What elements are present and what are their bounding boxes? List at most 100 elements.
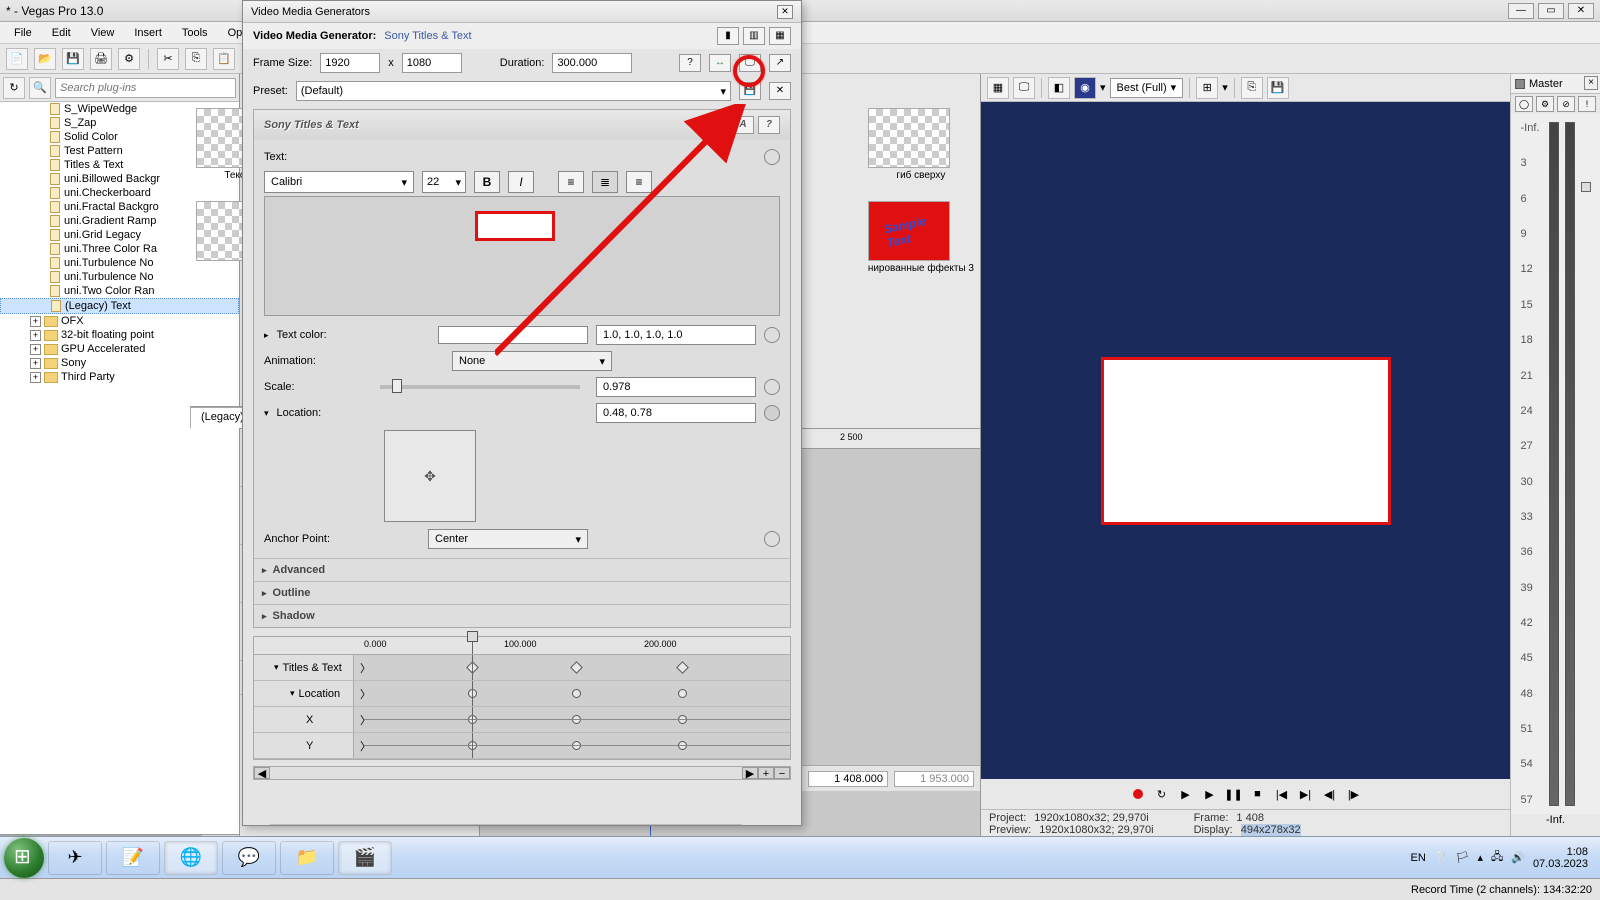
kf-lane[interactable]: 〉 [354,655,790,680]
prev-save[interactable]: 💾 [1267,77,1289,99]
window-minimize[interactable]: — [1508,3,1534,19]
add-keyframe[interactable]: + [758,767,774,779]
frame-height-input[interactable] [402,53,462,73]
volume-icon[interactable]: 🔊 [1511,851,1525,864]
keyframe-scrollbar[interactable]: ◀▶+− [253,766,791,780]
font-dropdown[interactable]: Calibri▾ [264,171,414,193]
frame-width-input[interactable] [320,53,380,73]
kf-lane[interactable]: 〉 [354,681,790,706]
taskbar-app[interactable]: 🎬 [338,841,392,875]
end-field[interactable] [894,771,974,787]
prev-external[interactable]: 🖵 [1013,77,1035,99]
keyframe-clock-icon[interactable] [764,149,780,165]
chevron-down-icon[interactable]: ▾ [1100,81,1106,94]
taskbar-app[interactable]: 📝 [106,841,160,875]
media-generator-dialog[interactable]: Video Media Generators ✕ Video Media Gen… [242,0,802,826]
tray-up-icon[interactable]: ▴ [1477,851,1483,864]
anchor-dropdown[interactable]: Center▾ [428,529,588,549]
view-mode-1[interactable]: ▮ [717,27,739,45]
bold-button[interactable]: B [474,171,500,193]
clock[interactable]: 1:0807.03.2023 [1533,846,1588,870]
menu-file[interactable]: File [6,25,40,41]
menu-tools[interactable]: Tools [174,25,216,41]
align-left[interactable]: ≡ [558,171,584,193]
plugin-help[interactable]: ? [758,116,780,134]
meter-close[interactable]: × [1584,76,1598,90]
tree-item-selected[interactable]: (Legacy) Text [0,298,239,314]
keyframe-cursor[interactable] [467,631,478,642]
prev-overlay[interactable]: ◉ [1074,77,1096,99]
paste-button[interactable]: 📋 [213,48,235,70]
about-button[interactable]: A [732,116,754,134]
preview-quality[interactable]: Best (Full)▾ [1110,78,1184,98]
prev-project[interactable]: ▦ [987,77,1009,99]
menu-edit[interactable]: Edit [44,25,79,41]
cut-button[interactable]: ✂ [157,48,179,70]
search-input[interactable] [55,78,236,98]
align-right[interactable]: ≡ [626,171,652,193]
tree-item[interactable]: uni.Turbulence No [0,270,239,284]
fader-handle[interactable] [1581,182,1591,192]
expand-icon[interactable]: ▾ [264,408,269,419]
color-swatch[interactable] [438,326,588,344]
window-maximize[interactable]: ▭ [1538,3,1564,19]
view-mode-2[interactable]: ▥ [743,27,765,45]
match-media-button[interactable]: ↔ [709,54,731,72]
keyframe-clock-icon[interactable] [764,531,780,547]
language-indicator[interactable]: EN [1410,852,1425,864]
tree-folder[interactable]: +GPU Accelerated [0,342,239,356]
tree-folder[interactable]: +Sony [0,356,239,370]
prev-frame[interactable]: ◀| [1320,785,1340,803]
next-frame[interactable]: |▶ [1344,785,1364,803]
prev-copy[interactable]: ⎘ [1241,77,1263,99]
taskbar-app[interactable]: ✈ [48,841,102,875]
help-icon[interactable]: ❔ [1434,851,1448,864]
color-value[interactable]: 1.0, 1.0, 1.0, 1.0 [596,325,756,345]
kf-lane[interactable]: 〉 [354,707,790,732]
meter-mute[interactable]: ! [1578,96,1596,112]
text-editor[interactable] [264,196,780,316]
location-value[interactable]: 0.48, 0.78 [596,403,756,423]
font-size-input[interactable]: 22▾ [422,171,466,193]
delete-preset-button[interactable]: ✕ [769,82,791,100]
prev-tool[interactable]: ⊞ [1196,77,1218,99]
taskbar-app[interactable]: 📁 [280,841,334,875]
remove-keyframe[interactable]: − [774,767,790,779]
align-center[interactable]: ≣ [592,171,618,193]
taskbar-app[interactable]: 💬 [222,841,276,875]
tree-folder[interactable]: +Third Party [0,370,239,384]
start-button[interactable] [4,838,44,878]
preset-thumbnail[interactable] [868,108,950,168]
copy-button[interactable]: ⎘ [185,48,207,70]
preview-toggle[interactable]: 🖵 [739,54,761,72]
open-button[interactable]: 📂 [34,48,56,70]
menu-view[interactable]: View [83,25,123,41]
stop-button[interactable]: ■ [1248,785,1268,803]
dialog-close[interactable]: ✕ [777,5,793,19]
record-button[interactable] [1128,785,1148,803]
preset-dropdown[interactable]: (Default)▾ [296,81,731,101]
advanced-section[interactable]: ▸Advanced [254,558,790,581]
pause-button[interactable]: ❚❚ [1224,785,1244,803]
help-button[interactable]: ? [679,54,701,72]
prev-split[interactable]: ◧ [1048,77,1070,99]
meter-tool[interactable]: ◯ [1515,96,1533,112]
expand-icon[interactable]: ▸ [264,330,269,341]
keyframe-clock-icon[interactable] [764,405,780,421]
kf-lane[interactable]: 〉 [354,733,790,758]
italic-button[interactable]: I [508,171,534,193]
keyframe-ruler[interactable]: 0.000 100.000 200.000 [254,637,790,655]
properties-button[interactable]: ⚙ [118,48,140,70]
play-button[interactable]: ▶ [1176,785,1196,803]
keyframe-clock-icon[interactable] [764,327,780,343]
animation-dropdown[interactable]: None▾ [452,351,612,371]
save-preset-button[interactable]: 💾 [739,82,761,100]
chevron-down-icon[interactable]: ▾ [1222,81,1228,94]
play-from-start[interactable]: ▶ [1200,785,1220,803]
location-picker[interactable]: ✥ [384,430,476,522]
save-button[interactable]: 💾 [62,48,84,70]
meter-bypass[interactable]: ⊘ [1557,96,1575,112]
tree-item[interactable]: uni.Two Color Ran [0,284,239,298]
position-field[interactable] [808,771,888,787]
go-end[interactable]: ▶| [1296,785,1316,803]
